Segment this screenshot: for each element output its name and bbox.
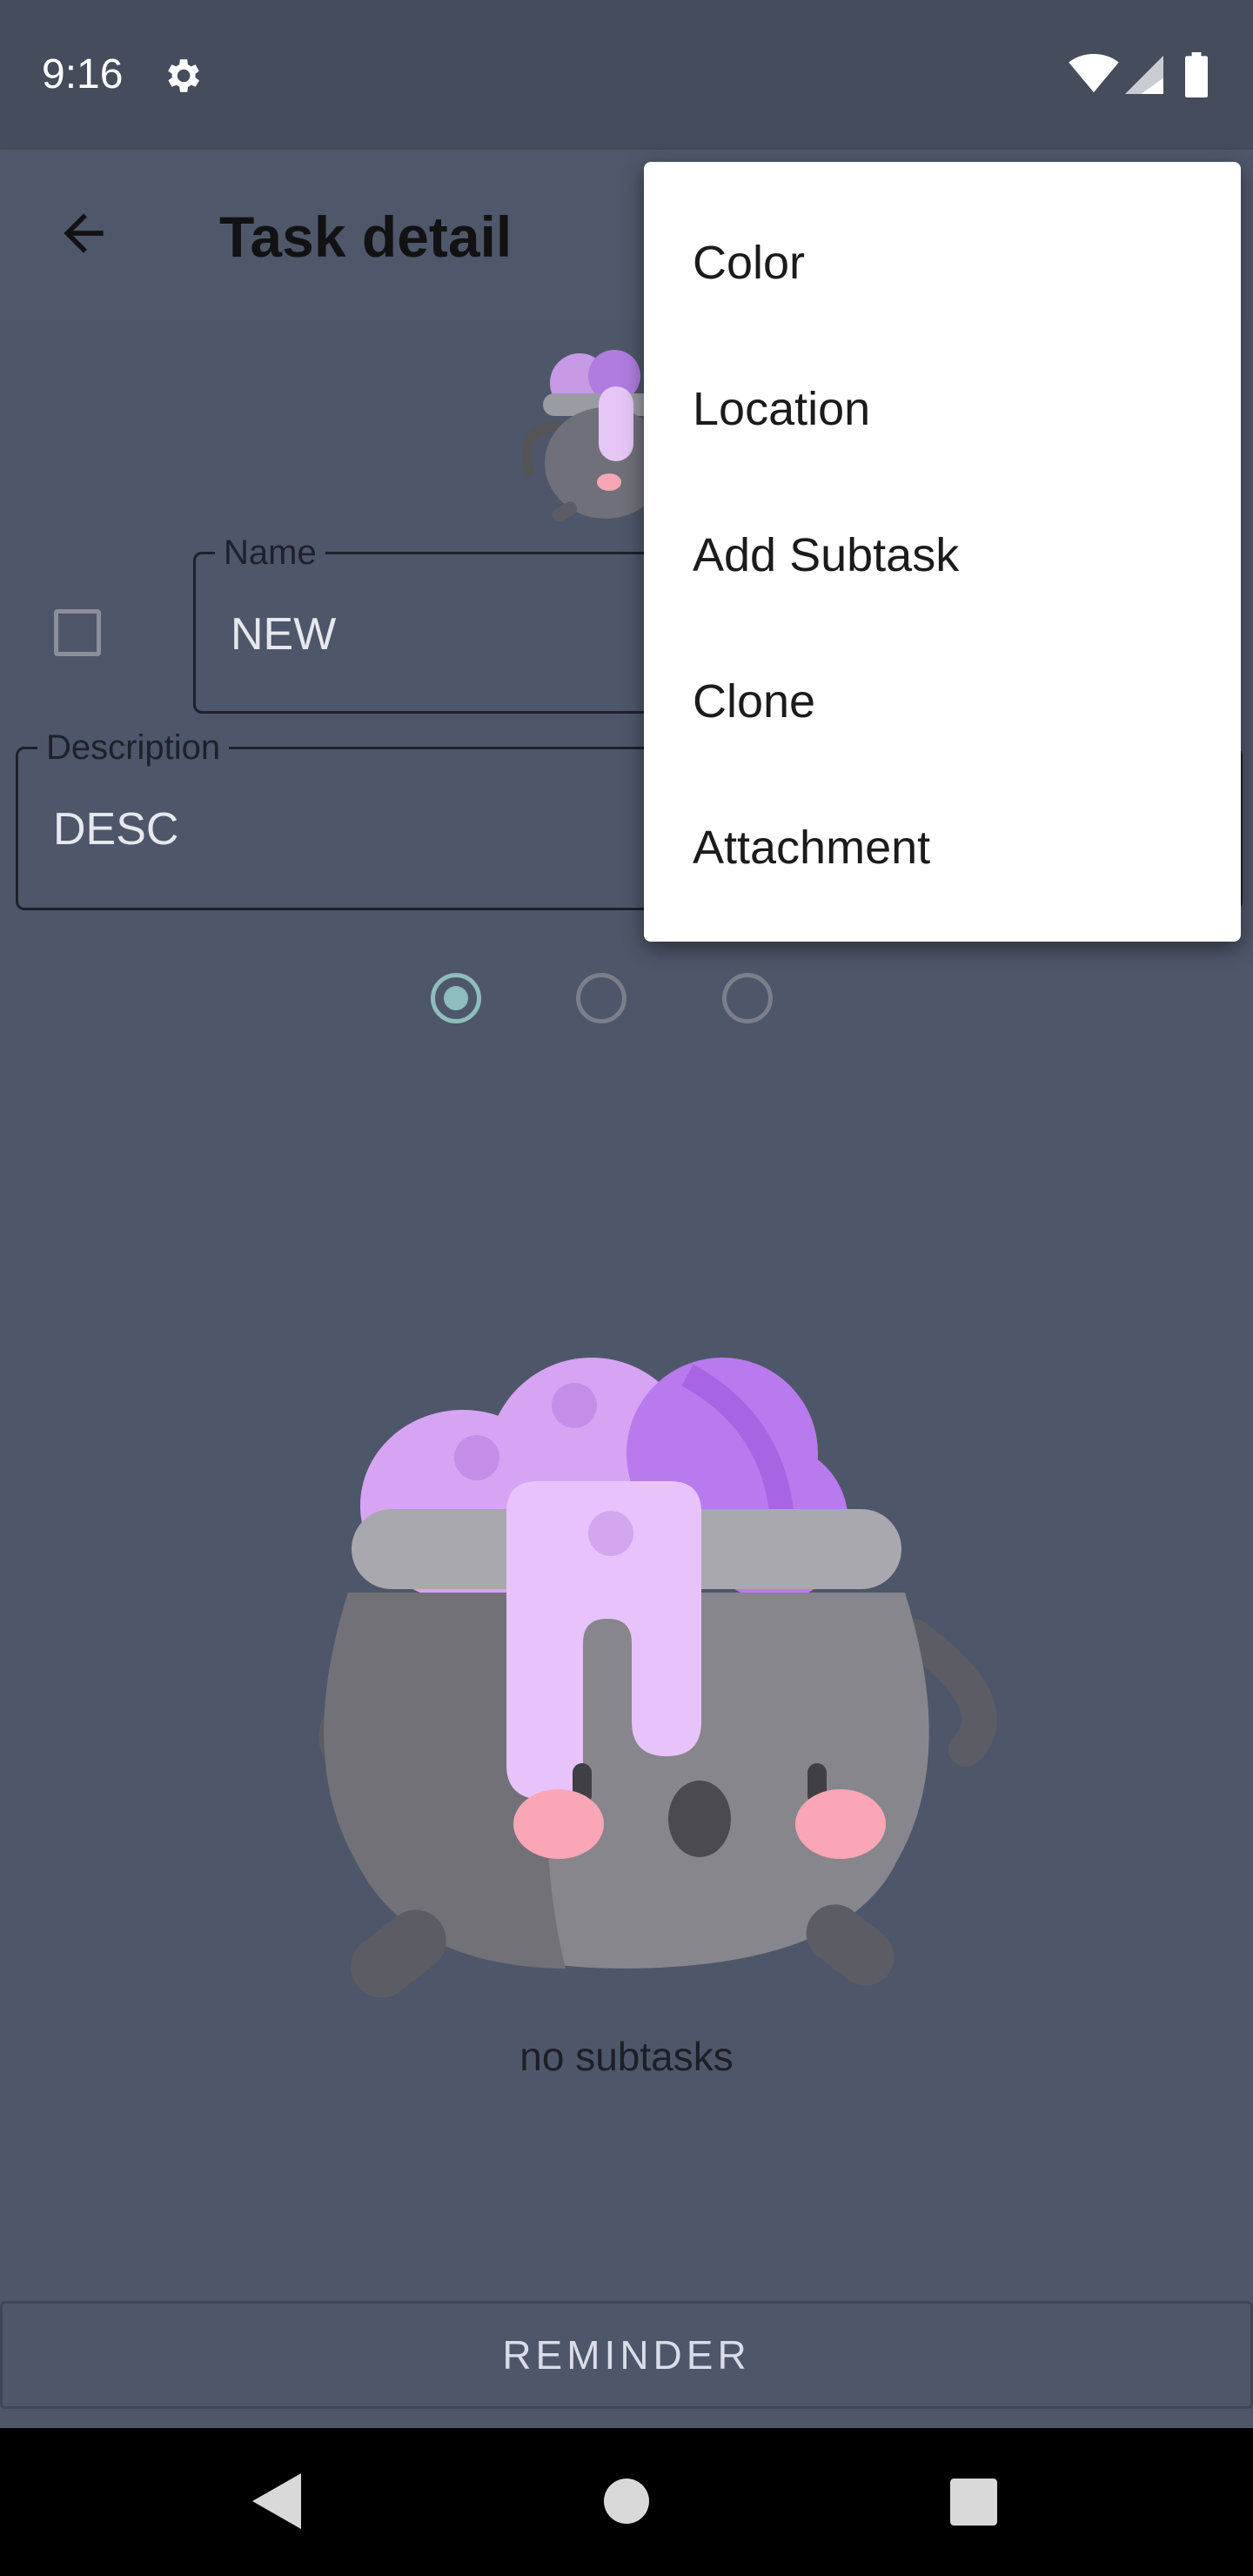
- status-time: 9:16: [42, 51, 124, 97]
- description-field-value: DESC: [53, 804, 179, 855]
- menu-item-add-subtask[interactable]: Add Subtask: [693, 527, 959, 583]
- arrow-back-icon[interactable]: [54, 204, 113, 263]
- home-circle-icon[interactable]: [604, 2479, 649, 2524]
- menu-item-clone[interactable]: Clone: [693, 674, 815, 729]
- wifi-icon: [1069, 54, 1119, 93]
- empty-subtasks-text: no subtasks: [519, 2034, 734, 2079]
- menu-item-attachment[interactable]: Attachment: [693, 820, 930, 875]
- overflow-menu: Color Location Add Subtask Clone Attachm…: [644, 162, 1241, 942]
- battery-icon: [1185, 52, 1208, 97]
- menu-item-color[interactable]: Color: [693, 235, 805, 291]
- page-title: Task detail: [219, 205, 513, 269]
- settings-icon: [168, 59, 199, 92]
- completed-checkbox[interactable]: [54, 609, 101, 656]
- empty-subtasks-illustration: [318, 1358, 997, 1998]
- name-field-value: NEW: [231, 609, 337, 660]
- status-bar: 9:16: [0, 0, 1253, 150]
- signal-icon: [1125, 56, 1163, 94]
- back-triangle-icon[interactable]: [252, 2473, 301, 2529]
- recents-square-icon[interactable]: [950, 2479, 997, 2526]
- priority-radio-1[interactable]: [431, 973, 481, 1023]
- priority-radio-1-dot: [444, 986, 468, 1010]
- description-field-label: Description: [37, 728, 230, 767]
- menu-item-location[interactable]: Location: [693, 381, 870, 437]
- priority-radio-2[interactable]: [576, 973, 626, 1023]
- name-field-label: Name: [215, 533, 325, 572]
- system-nav-bar: [0, 2428, 1253, 2576]
- priority-radio-3[interactable]: [722, 973, 773, 1023]
- reminder-button[interactable]: REMINDER: [0, 2301, 1253, 2409]
